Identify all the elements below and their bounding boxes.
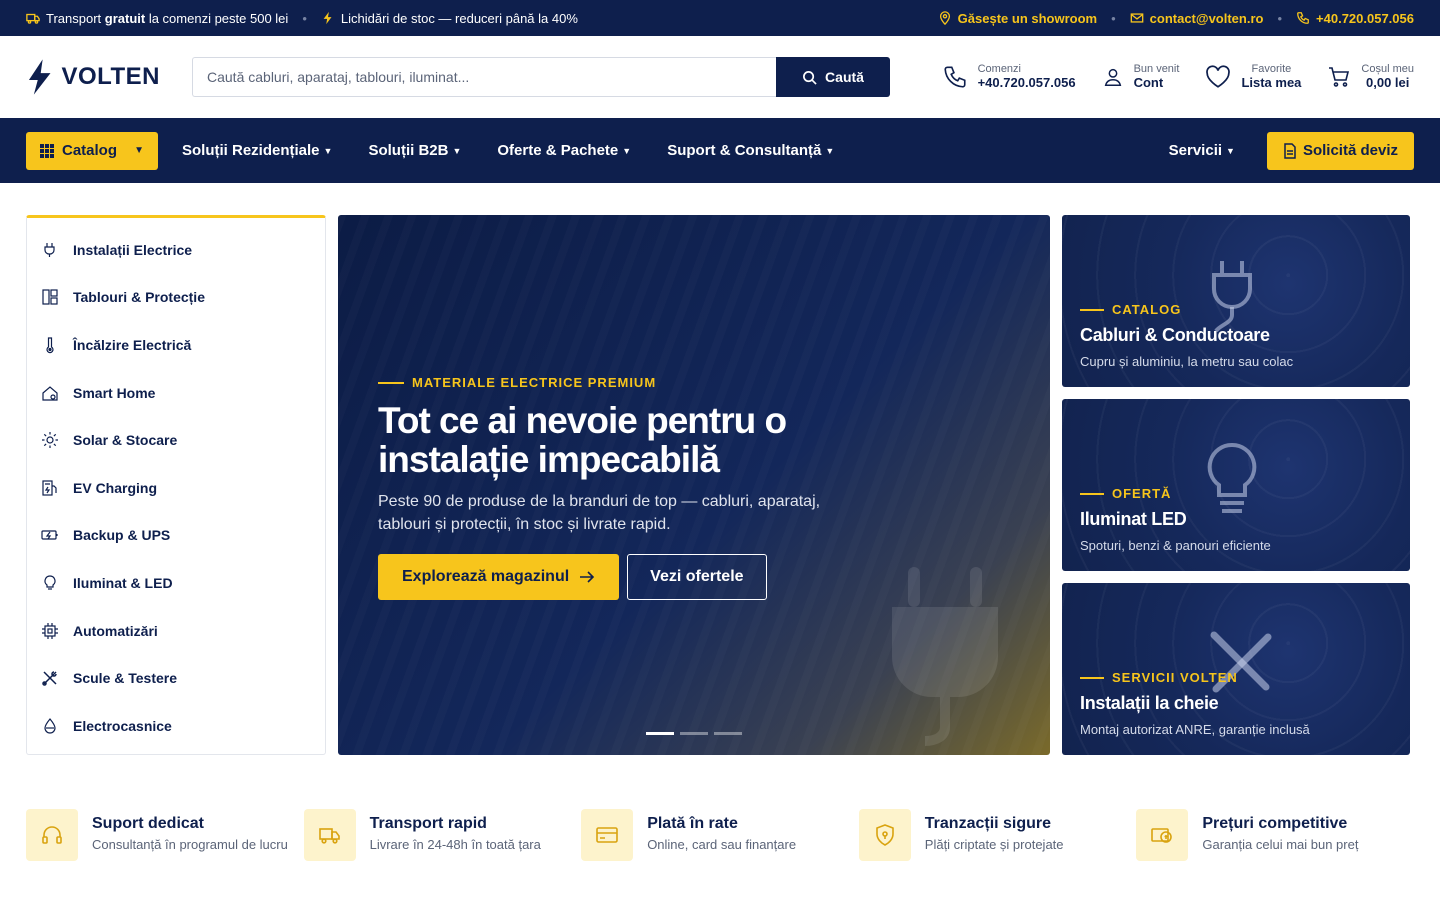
sidebar-item-smart-home[interactable]: Smart Home [27,369,325,417]
promo-led[interactable]: OFERTĂ Iluminat LED Spoturi, benzi & pan… [1062,399,1410,571]
caret-down-icon: ▼ [825,145,835,156]
search-button[interactable]: Caută [776,57,890,97]
bulb-icon [44,575,56,590]
sidebar-item-heating[interactable]: Încălzire Electrică [27,321,325,369]
promo-services[interactable]: SERVICII VOLTEN Instalații la cheie Mont… [1062,583,1410,755]
category-sidebar: Instalații Electrice Tablouri & Protecți… [26,215,326,755]
carousel-dot[interactable] [646,732,674,735]
sidebar-item-solar[interactable]: Solar & Stocare [27,416,325,464]
feature-shipping: Transport rapid Livrare în 24-48h în toat… [303,809,582,861]
panel-icon [42,289,58,305]
nav-services[interactable]: Servicii ▼ [1169,142,1235,159]
sidebar-item-tools[interactable]: Scule & Testere [27,654,325,702]
logo-text: VOLTEN [61,63,160,90]
feature-support: Suport dedicat Consultanță în programul d… [26,809,304,861]
nav-support[interactable]: Suport & Consultanță ▼ [667,142,834,159]
caret-down-icon: ▼ [622,145,632,156]
features-strip: Suport dedicat Consultanță în programul d… [0,755,1440,861]
site-header: VOLTEN Caută Comenzi +40.720.057.056 Bun… [0,36,1440,118]
nav-offers[interactable]: Oferte & Pachete ▼ [497,142,631,159]
battery-icon [41,530,58,540]
chip-icon [42,622,58,639]
hero-text: Peste 90 de produse de la branduri de to… [378,492,821,533]
account-link[interactable]: Bun venit Cont [1102,63,1179,91]
tools-icon [1210,631,1272,693]
hero-banner: MATERIALE ELECTRICE PREMIUM Tot ce ai ne… [338,215,1050,755]
nav-b2b[interactable]: Soluții B2B ▼ [368,142,461,159]
user-icon [1104,68,1121,86]
caret-down-icon: ▼ [323,145,333,156]
price-icon [1151,828,1173,843]
phone-link[interactable]: +40.720.057.056 [1296,11,1414,26]
sidebar-item-ev[interactable]: EV Charging [27,464,325,512]
request-quote-button[interactable]: Solicită deviz [1266,131,1414,170]
feature-installments: Plată în rate Online, card sau finanțare [581,809,859,861]
orders-phone[interactable]: Comenzi +40.720.057.056 [942,63,1076,91]
top-bar: Transport gratuit la comenzi peste 500 l… [0,0,1440,36]
carousel-dot[interactable] [680,732,708,735]
sidebar-item-appliances[interactable]: Electrocasnice [27,702,325,750]
shield-icon [875,824,894,846]
email-link[interactable]: contact@volten.ro [1130,11,1263,26]
card-icon [596,827,618,843]
clearance-notice: Lichidări de stoc — reduceri până la 40% [321,11,578,26]
hero-eyebrow: MATERIALE ELECTRICE PREMIUM [378,375,858,390]
feature-prices: Prețuri competitive Garanția celui mai bu… [1136,809,1414,861]
catalog-button[interactable]: Catalog ▼ [26,131,158,170]
carousel-dot[interactable] [714,732,742,735]
caret-down-icon: ▼ [1226,145,1235,156]
ev-charger-icon [42,480,57,496]
sidebar-item-backup[interactable]: Backup & UPS [27,512,325,560]
sun-icon [42,432,58,449]
arrow-right-icon [580,571,595,583]
mail-icon [1130,13,1143,23]
drop-icon [44,717,56,734]
sidebar-item-lighting[interactable]: Iluminat & LED [27,559,325,607]
heart-icon [1206,65,1231,88]
cart-link[interactable]: Coșul meu 0,00 lei [1327,63,1414,91]
carousel-dots [646,732,742,735]
caret-down-icon: ▼ [452,145,462,156]
headset-icon [42,826,62,844]
bolt-icon [323,11,332,25]
sidebar-item-electrical[interactable]: Instalații Electrice [27,226,325,274]
smart-home-icon [42,385,58,401]
bulb-icon [1207,442,1257,513]
feature-secure: Tranzacții sigure Plăți criptate și prote… [858,809,1137,861]
sidebar-item-automation[interactable]: Automatizări [27,607,325,655]
truck-icon [26,13,40,24]
search-icon [803,70,817,85]
explore-store-button[interactable]: Explorează magazinul [378,554,620,601]
plug-icon [1212,261,1252,333]
plug-illustration-icon [892,567,998,746]
search-input[interactable] [192,57,776,97]
caret-down-icon: ▼ [134,145,144,156]
favorites-link[interactable]: Favorite Lista mea [1205,63,1301,91]
nav-residential[interactable]: Soluții Rezidențiale ▼ [182,142,332,159]
location-pin-icon [939,11,950,25]
cart-icon [1329,67,1350,87]
bolt-logo-icon [28,59,51,95]
free-shipping-notice: Transport gratuit la comenzi peste 500 l… [26,11,288,26]
promo-cables[interactable]: CATALOG Cabluri & Conductoare Cupru și a… [1062,215,1410,387]
document-icon [1284,142,1296,159]
tools-icon [42,671,57,686]
main-nav: Catalog ▼ Soluții Rezidențiale ▼ Soluții … [0,118,1440,183]
grid-icon [40,143,54,158]
phone-icon [1297,12,1309,24]
logo[interactable]: VOLTEN [26,58,160,96]
thermometer-icon [46,337,54,354]
search-bar: Caută [192,57,890,97]
plug-icon [44,242,55,257]
showroom-link[interactable]: Găsește un showroom [938,11,1097,26]
sidebar-item-panels[interactable]: Tablouri & Protecție [27,274,325,322]
hero-title: Tot ce ai nevoie pentru o instalație imp… [378,400,787,480]
phone-icon [944,66,966,88]
truck-icon [318,828,340,844]
view-offers-button[interactable]: Vezi ofertele [627,554,767,601]
